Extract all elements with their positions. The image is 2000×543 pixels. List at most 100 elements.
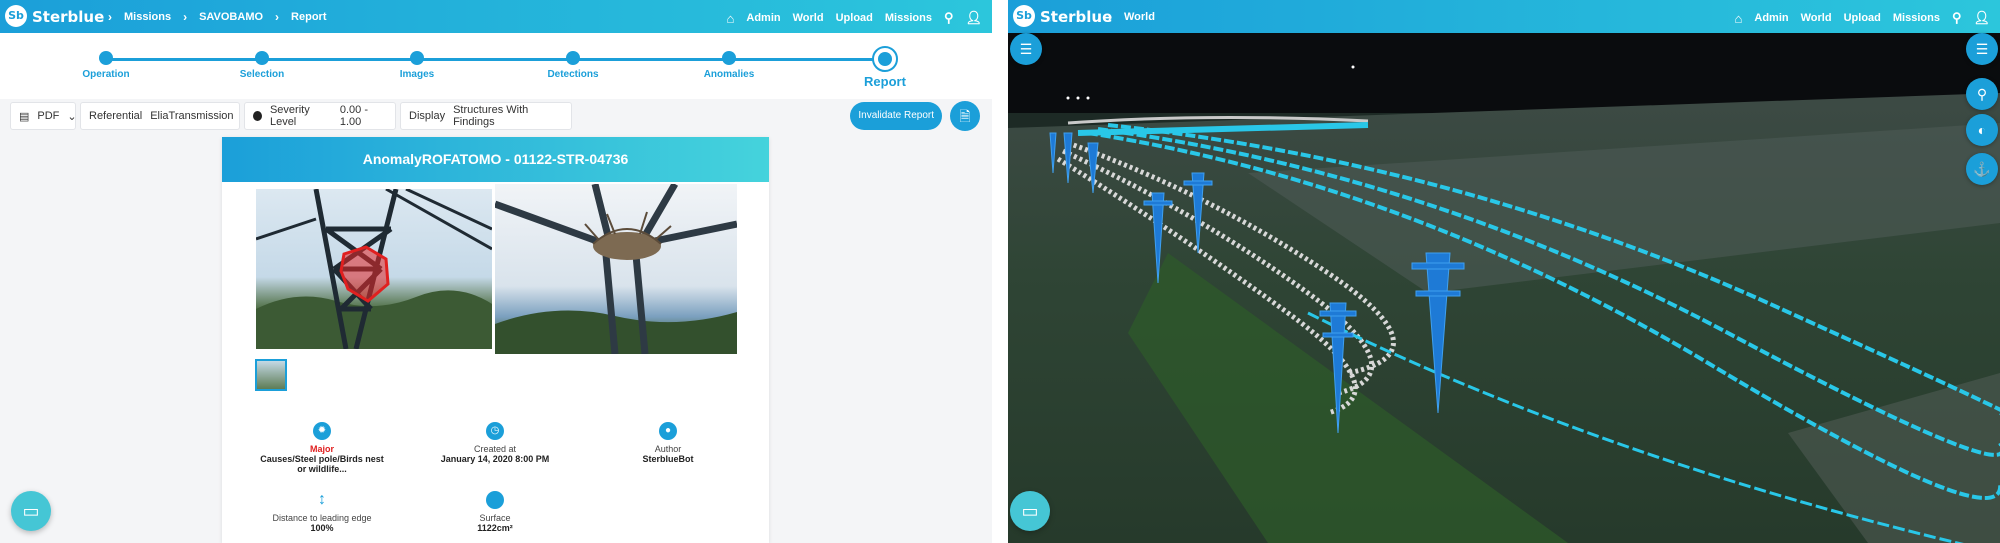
step-label: Images [399, 69, 435, 80]
bird-nest-image [495, 184, 737, 354]
report-pane: Sb Sterblue › Missions › SAVOBAMO › Repo… [0, 0, 992, 543]
surface-label: Surface [479, 513, 511, 523]
anomaly-photo-main[interactable] [256, 189, 492, 349]
world-3d-pane: Sb Sterblue › World ⌂ Admin World Upload… [1008, 0, 2000, 543]
severity-icon: ✹ [313, 422, 331, 440]
step-label: Report [864, 74, 906, 89]
step-label: Operation [82, 69, 130, 80]
top-navbar: Sb Sterblue › World ⌂ Admin World Upload… [1008, 0, 2000, 33]
step-label: Selection [239, 69, 285, 80]
step-detections[interactable]: Detections [513, 51, 633, 80]
step-dot-active [872, 46, 898, 72]
chevron-right-icon: › [183, 10, 188, 24]
brand-name[interactable]: Sterblue [32, 8, 104, 26]
referential-select[interactable]: Referential EliaTransmission [80, 102, 240, 130]
top-navbar: Sb Sterblue › Missions › SAVOBAMO › Repo… [0, 0, 992, 33]
photo-thumbnail[interactable] [255, 359, 287, 391]
user-icon[interactable]: 👤︎ [1973, 10, 1990, 26]
display-select[interactable]: Display Structures With Findings [400, 102, 572, 130]
nav-missions[interactable]: Missions [885, 12, 932, 24]
invalidate-report-button[interactable]: Invalidate Report [850, 102, 942, 130]
severity-badge: Major [309, 444, 334, 454]
created-label: Created at [473, 444, 517, 454]
step-dot [99, 51, 113, 65]
user-icon[interactable]: 👤︎ [965, 10, 982, 26]
format-value: PDF [37, 110, 60, 122]
anomaly-photo-detail[interactable] [495, 184, 737, 354]
nav-world[interactable]: World [793, 12, 824, 24]
distance-label: Distance to leading edge [272, 513, 372, 523]
step-images[interactable]: Images [357, 51, 477, 80]
surface-value: 1122cm² [477, 523, 513, 533]
breadcrumb: › Missions › SAVOBAMO › Report [108, 10, 327, 24]
anomaly-report-card: AnomalyROFATOMO - 01122-STR-04736 ✹ Majo… [222, 137, 769, 543]
nav-world[interactable]: World [1801, 12, 1832, 24]
tower-closeup-image [256, 189, 492, 349]
chevron-right-icon: › [1108, 10, 1112, 24]
format-select[interactable]: ▤ PDF ⌄ [10, 102, 77, 130]
anomaly-cause: Causes/Steel pole/Birds nest or wildlife… [260, 454, 384, 474]
author-info: ● Author SterblueBot [603, 422, 733, 464]
created-info: ◷ Created at January 14, 2020 8:00 PM [430, 422, 560, 464]
main-nav: ⌂ Admin World Upload Missions ⚲ 👤︎ [727, 10, 982, 26]
display-label: Display [409, 110, 446, 122]
search-icon[interactable]: ⚲ [1952, 10, 1962, 26]
severity-info: ✹ Major Causes/Steel pole/Birds nest or … [257, 422, 387, 474]
breadcrumb-report[interactable]: Report [291, 11, 326, 23]
breadcrumb-mission[interactable]: SAVOBAMO [199, 11, 263, 23]
nav-missions[interactable]: Missions [1893, 12, 1940, 24]
step-label: Anomalies [703, 69, 755, 80]
report-title: AnomalyROFATOMO - 01122-STR-04736 [222, 137, 769, 182]
author-label: Author [654, 444, 682, 454]
step-report[interactable]: Report [825, 46, 945, 89]
pane-divider [992, 0, 1008, 543]
report-document-icon[interactable]: 🗎︎ [950, 101, 980, 131]
step-dot [410, 51, 424, 65]
compass-icon[interactable]: ◐ [1966, 114, 1998, 146]
surface-icon [486, 491, 504, 509]
step-dot [255, 51, 269, 65]
search-icon[interactable]: ⚲ [944, 10, 954, 26]
step-anomalies[interactable]: Anomalies [669, 51, 789, 80]
search-icon[interactable]: ⚲ [1966, 78, 1998, 110]
home-icon[interactable]: ⌂ [727, 11, 735, 26]
document-icon: ▤ [19, 110, 30, 123]
vertical-arrows-icon: ↕ [318, 491, 326, 508]
step-dot [566, 51, 580, 65]
chat-icon[interactable]: ▭ [1010, 491, 1050, 531]
sterblue-logo[interactable]: Sb [1013, 5, 1035, 27]
home-icon[interactable]: ⌂ [1735, 11, 1743, 26]
chat-icon[interactable]: ▭ [11, 491, 51, 531]
brand-name[interactable]: Sterblue [1040, 8, 1112, 26]
distance-info: ↕ Distance to leading edge 100% [257, 491, 387, 533]
nav-admin[interactable]: Admin [1754, 12, 1788, 24]
severity-dot-icon [253, 111, 262, 121]
referential-value: EliaTransmission [150, 110, 234, 122]
menu-icon[interactable]: ☰ [1010, 33, 1042, 65]
clock-icon: ◷ [486, 422, 504, 440]
author-value: SterblueBot [642, 454, 694, 464]
surface-info: Surface 1122cm² [430, 491, 560, 533]
referential-label: Referential [89, 110, 143, 122]
nav-admin[interactable]: Admin [746, 12, 780, 24]
severity-filter[interactable]: Severity Level 0.00 - 1.00 [244, 102, 396, 130]
severity-label: Severity Level [269, 104, 310, 128]
location-icon[interactable]: ⚓ [1966, 153, 1998, 185]
powerline-3d-scene[interactable] [1008, 33, 2000, 543]
created-value: January 14, 2020 8:00 PM [440, 454, 550, 464]
chevron-right-icon: › [275, 10, 280, 24]
breadcrumb-missions[interactable]: Missions [124, 11, 171, 23]
layers-menu-icon[interactable]: ☰ [1966, 33, 1998, 65]
report-toolbar: ▤ PDF ⌄ Referential EliaTransmission Sev… [6, 99, 986, 135]
author-icon: ● [659, 422, 677, 440]
step-operation[interactable]: Operation [46, 51, 166, 80]
sterblue-logo[interactable]: Sb [5, 5, 27, 27]
breadcrumb: › World [1108, 10, 1155, 24]
nav-upload[interactable]: Upload [836, 12, 873, 24]
step-label: Detections [547, 69, 599, 80]
breadcrumb-world[interactable]: World [1124, 11, 1155, 23]
step-selection[interactable]: Selection [202, 51, 322, 80]
distance-value: 100% [310, 523, 334, 533]
display-value: Structures With Findings [453, 104, 529, 128]
nav-upload[interactable]: Upload [1844, 12, 1881, 24]
